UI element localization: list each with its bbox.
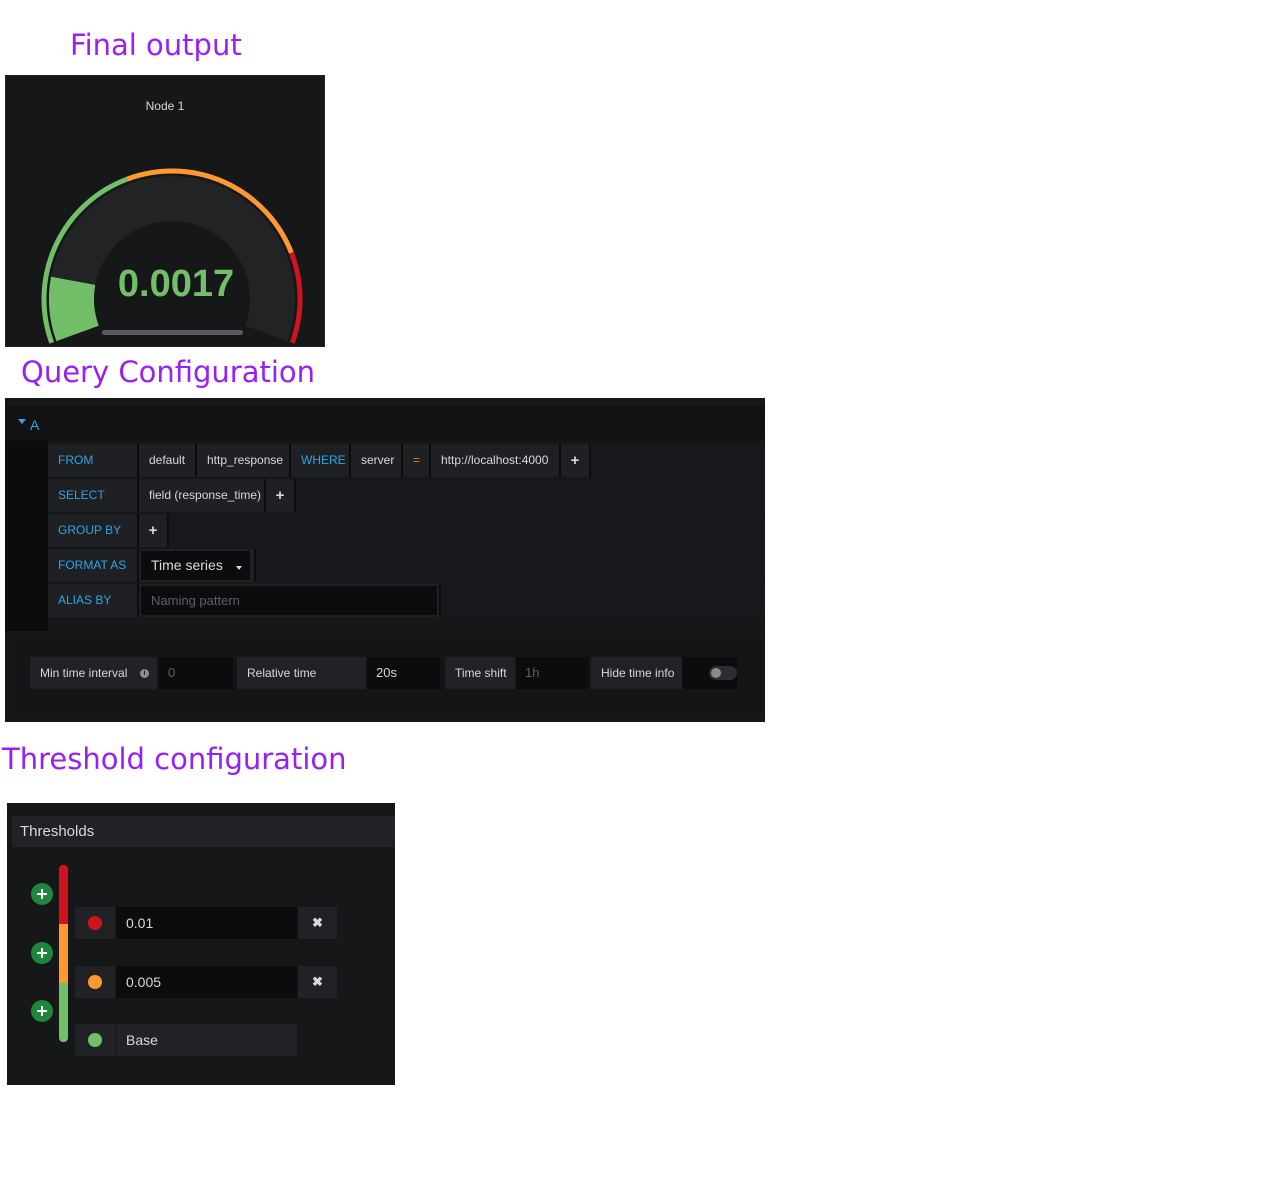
threshold-color-dot xyxy=(88,1033,102,1047)
info-icon[interactable]: i xyxy=(140,669,149,678)
chevron-down-icon xyxy=(236,566,242,570)
final-output-heading: Final output xyxy=(70,28,242,62)
add-threshold-button[interactable] xyxy=(31,883,53,905)
from-measurement[interactable]: http_response xyxy=(197,444,289,477)
query-ref-id[interactable]: A xyxy=(30,417,39,433)
thresholds-title: Thresholds xyxy=(20,823,95,840)
format-as-label: FORMAT AS xyxy=(48,549,137,582)
query-row-format-as: FORMAT AS Time series xyxy=(48,549,765,582)
where-key[interactable]: server xyxy=(351,444,401,477)
add-select-button[interactable]: + xyxy=(266,479,294,512)
query-gutter xyxy=(5,441,48,631)
time-shift-label: Time shift xyxy=(445,657,515,689)
add-group-by-button[interactable]: + xyxy=(139,514,167,547)
threshold-bar-segment-crit xyxy=(59,865,68,924)
select-row-filler xyxy=(296,479,765,512)
format-as-select[interactable]: Time series xyxy=(141,551,250,580)
alias-by-row-filler xyxy=(441,584,765,617)
add-where-button[interactable]: + xyxy=(561,444,589,477)
collapse-caret-icon[interactable] xyxy=(18,419,26,424)
min-time-interval-input[interactable]: 0 xyxy=(159,657,233,689)
format-as-row-filler xyxy=(256,549,765,582)
relative-time-label: Relative time xyxy=(237,657,366,689)
format-as-value: Time series xyxy=(151,557,223,573)
gauge-value: 0.0017 xyxy=(117,263,235,305)
from-policy[interactable]: default xyxy=(139,444,195,477)
threshold-value-input[interactable]: 0.005 xyxy=(116,966,297,998)
group-by-row-filler xyxy=(169,514,765,547)
select-label: SELECT xyxy=(48,479,137,512)
threshold-base-label: Base xyxy=(116,1024,297,1056)
hide-time-info-label: Hide time info xyxy=(591,657,682,689)
add-threshold-button[interactable] xyxy=(31,942,53,964)
query-row-select: SELECT field (response_time) + xyxy=(48,479,765,512)
from-label: FROM xyxy=(48,444,137,477)
relative-time-input[interactable]: 20s xyxy=(367,657,440,689)
threshold-bar-segment-base xyxy=(59,983,68,1042)
hide-time-info-toggle[interactable] xyxy=(709,666,737,680)
toggle-knob xyxy=(711,668,721,678)
gauge-panel: Node 1 0.0017 xyxy=(5,75,325,347)
from-row-filler xyxy=(591,444,765,477)
gauge-scrollbar[interactable] xyxy=(102,330,243,335)
alias-by-input[interactable]: Naming pattern xyxy=(141,586,437,615)
group-by-label: GROUP BY xyxy=(48,514,137,547)
gauge-chart xyxy=(41,168,303,344)
query-row-alias-by: ALIAS BY Naming pattern xyxy=(48,584,765,617)
query-row-from: FROM default http_response WHERE server … xyxy=(48,444,765,477)
threshold-color-dot xyxy=(88,916,102,930)
time-shift-input[interactable]: 1h xyxy=(516,657,589,689)
where-operator[interactable]: = xyxy=(403,444,429,477)
threshold-color-picker[interactable] xyxy=(75,907,115,939)
threshold-color-dot xyxy=(88,975,102,989)
alias-by-label: ALIAS BY xyxy=(48,584,137,617)
where-label: WHERE xyxy=(291,444,349,477)
thresholds-panel: Thresholds 0.01 ✖ 0.005 ✖ Base xyxy=(7,803,395,1085)
thresholds-header: Thresholds xyxy=(12,816,395,847)
add-threshold-button[interactable] xyxy=(31,1000,53,1022)
threshold-color-picker[interactable] xyxy=(75,966,115,998)
where-value[interactable]: http://localhost:4000 xyxy=(431,444,559,477)
select-field[interactable]: field (response_time) xyxy=(139,479,264,512)
threshold-bar-segment-warn xyxy=(59,924,68,983)
threshold-color-picker[interactable] xyxy=(75,1024,115,1056)
query-row-group-by: GROUP BY + xyxy=(48,514,765,547)
remove-threshold-button[interactable]: ✖ xyxy=(298,966,337,998)
threshold-configuration-heading: Threshold configuration xyxy=(2,742,347,776)
threshold-value-input[interactable]: 0.01 xyxy=(116,907,297,939)
remove-threshold-button[interactable]: ✖ xyxy=(298,907,337,939)
query-configuration-heading: Query Configuration xyxy=(21,355,316,389)
min-time-interval-label: Min time interval xyxy=(30,657,157,689)
query-editor-panel: A FROM default http_response WHERE serve… xyxy=(5,398,765,722)
query-header[interactable] xyxy=(5,406,765,441)
threshold-color-bar xyxy=(59,865,68,1042)
